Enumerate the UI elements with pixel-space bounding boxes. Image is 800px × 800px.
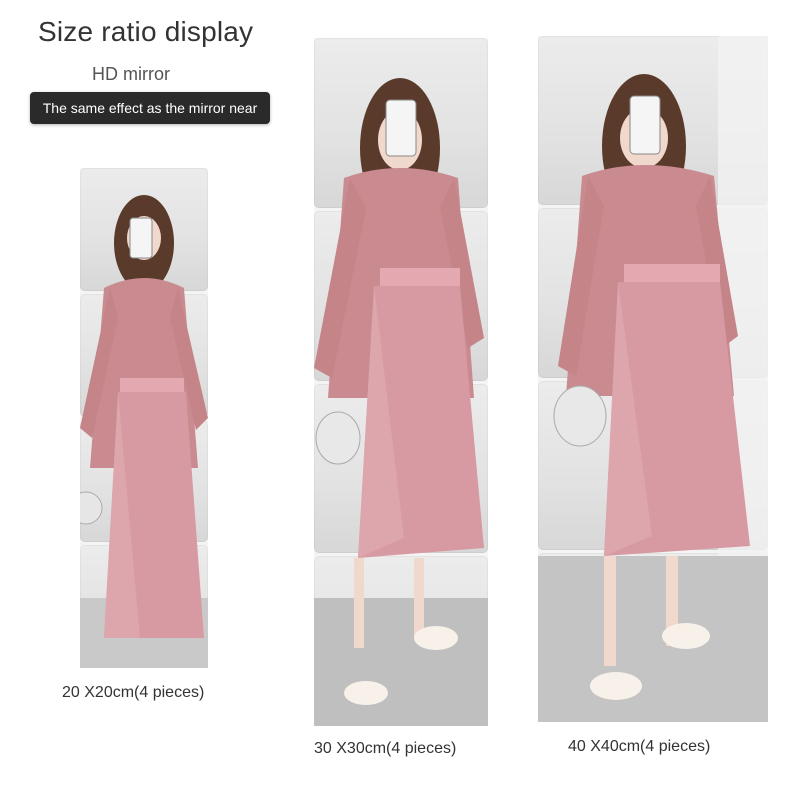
mirror-panel-large — [538, 36, 768, 722]
page-title: Size ratio display — [38, 16, 254, 47]
size-label: 20 X20cm(4 pieces) — [62, 684, 205, 701]
size-label: 40 X40cm(4 pieces) — [568, 738, 711, 755]
reflection-figure — [80, 195, 208, 668]
page-subtitle: HD mirror — [92, 64, 170, 84]
mirror-panel-small — [80, 168, 208, 668]
info-banner: The same effect as the mirror near — [30, 92, 270, 124]
mirror-panel-medium — [314, 38, 488, 726]
reflection-figure — [538, 36, 768, 722]
size-label: 30 X30cm(4 pieces) — [314, 740, 457, 757]
banner-text: The same effect as the mirror near — [42, 100, 258, 116]
reflection-figure — [314, 78, 488, 726]
